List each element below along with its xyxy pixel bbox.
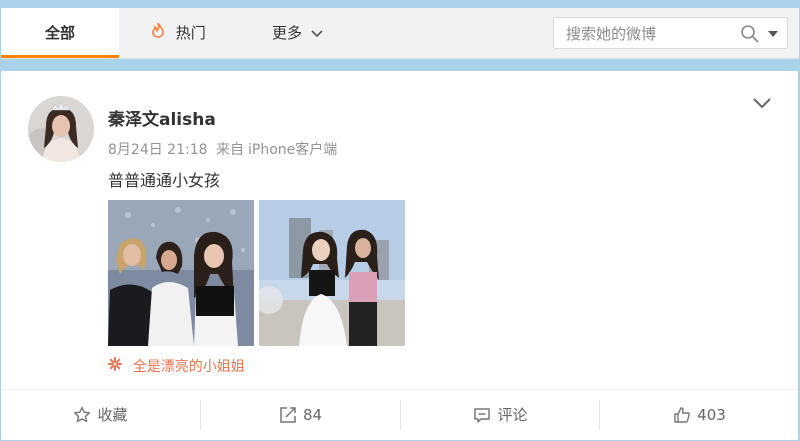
search-input[interactable]	[566, 24, 726, 44]
tab-hot[interactable]: 热门	[151, 8, 206, 58]
action-bar: 收藏 84 评论 403	[1, 389, 798, 441]
favorite-button[interactable]: 收藏	[1, 390, 200, 441]
comment-icon	[474, 408, 491, 423]
post-card: 秦泽文alisha 8月24日 21:18 来自 iPhone客户端 普普通通小女…	[1, 71, 798, 440]
post-photo[interactable]	[259, 200, 405, 346]
comment-button[interactable]: 评论	[401, 390, 600, 441]
repost-button[interactable]: 84	[201, 390, 400, 441]
chevron-down-icon[interactable]	[752, 95, 772, 114]
post-source[interactable]: iPhone客户端	[248, 142, 337, 158]
avatar[interactable]	[28, 96, 94, 162]
star-icon	[74, 406, 91, 423]
comment-label: 评论	[497, 406, 528, 424]
tab-all-label: 全部	[44, 24, 75, 42]
topic-tag[interactable]: 全是漂亮的小姐姐	[108, 356, 245, 376]
flower-icon	[108, 357, 127, 375]
fire-icon	[151, 22, 170, 42]
tab-more[interactable]: 更多	[272, 8, 323, 58]
like-icon	[674, 407, 690, 423]
like-button[interactable]: 403	[600, 390, 799, 441]
post-photo[interactable]	[108, 200, 254, 346]
favorite-label: 收藏	[97, 406, 128, 424]
search-box	[553, 17, 788, 49]
post-date[interactable]: 8月24日 21:18	[108, 142, 208, 158]
tab-hot-label: 热门	[175, 24, 206, 42]
repost-count: 84	[302, 406, 323, 424]
like-count: 403	[697, 406, 726, 424]
username[interactable]: 秦泽文alisha	[108, 105, 216, 130]
post-meta: 8月24日 21:18 来自 iPhone客户端	[108, 139, 341, 159]
profile-tab-bar: 全部 热门 更多	[1, 8, 799, 59]
chevron-down-icon	[311, 8, 323, 58]
search-icon[interactable]	[740, 24, 760, 48]
tab-all[interactable]: 全部	[1, 8, 119, 58]
tab-more-label: 更多	[272, 24, 303, 42]
topic-tag-label: 全是漂亮的小姐姐	[132, 359, 245, 375]
repost-icon	[280, 407, 296, 423]
dropdown-icon[interactable]	[767, 24, 779, 48]
post-text: 普普通通小女孩	[108, 171, 221, 190]
source-prefix: 来自	[215, 142, 244, 158]
